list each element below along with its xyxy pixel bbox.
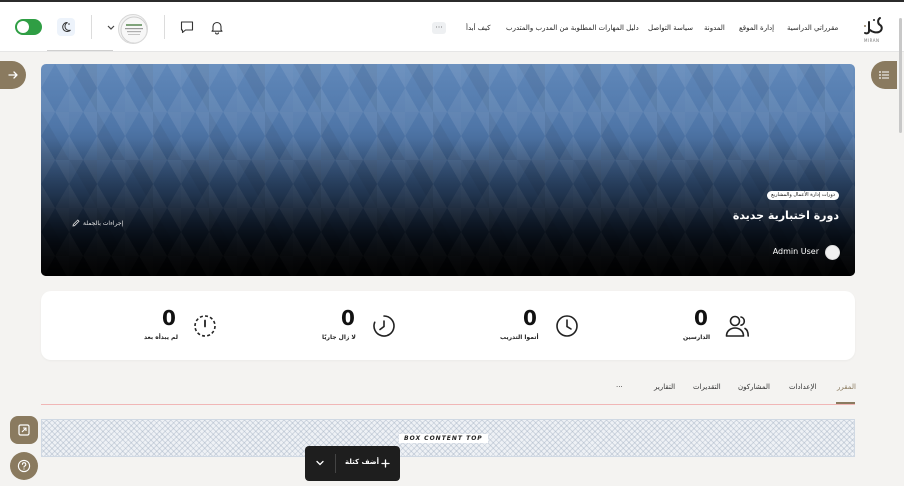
course-title: دورة اختبارية جديدة	[732, 209, 839, 222]
logo-subtitle: MIRAN	[864, 38, 880, 43]
tab-course[interactable]: المقرر	[837, 383, 856, 391]
stat-label-completed: أتموا التدريب	[500, 334, 539, 341]
open-course-index-button[interactable]	[871, 61, 897, 89]
nav-underline	[47, 50, 113, 51]
avatar-image-icon	[120, 16, 147, 43]
user-avatar-button[interactable]	[118, 14, 148, 44]
arrow-right-icon	[8, 71, 18, 79]
moon-sun-icon	[62, 21, 71, 32]
collapse-left-drawer-button[interactable]	[0, 61, 26, 89]
bell-icon[interactable]	[209, 19, 225, 35]
tabs-underline	[41, 404, 855, 405]
dark-mode-button[interactable]	[57, 18, 75, 36]
tab-participants[interactable]: المشاركون	[738, 383, 770, 391]
course-owner-avatar[interactable]	[825, 245, 840, 260]
pencil-icon	[72, 219, 80, 227]
nav-link-getting-started[interactable]: كيف أبدأ	[466, 23, 490, 33]
help-button[interactable]	[10, 452, 38, 480]
plus-icon	[381, 459, 390, 468]
bulk-actions-link[interactable]: إجراءات بالجملة	[72, 219, 123, 227]
chevron-down-icon[interactable]	[315, 458, 325, 468]
expand-icon	[18, 424, 30, 436]
stat-label-in-progress: لا زال جاريًا	[322, 334, 356, 341]
nav-link-blog[interactable]: المدونة	[704, 23, 725, 33]
box-content-top-region: BOX CONTENT TOP	[41, 419, 855, 457]
users-icon	[725, 315, 749, 337]
chevron-down-icon[interactable]	[106, 21, 116, 33]
hero-gradient-overlay	[41, 64, 855, 276]
course-tabs: المقرر الإعدادات المشاركون التقديرات الت…	[41, 378, 856, 405]
stat-value-completed: 0	[523, 306, 537, 330]
stat-value-learners: 0	[694, 306, 708, 330]
tab-more[interactable]: ···	[616, 383, 623, 391]
list-icon	[879, 71, 889, 79]
course-category-badge[interactable]: دورات إدارة الأعمال والمشاريع	[767, 191, 839, 200]
stat-label-not-started: لم يبدأه بعد	[144, 334, 179, 341]
nav-more-button[interactable]: ···	[432, 22, 446, 34]
course-stats-card: 0 الدارسين 0 أتموا التدريب 0 لا زال جاري…	[41, 291, 855, 360]
course-owner-name[interactable]: Admin User	[773, 247, 819, 256]
fullscreen-button[interactable]	[10, 416, 38, 444]
toggle-knob	[17, 21, 29, 33]
stat-value-in-progress: 0	[341, 306, 355, 330]
progress-clock-icon	[373, 315, 395, 337]
box-content-label: BOX CONTENT TOP	[399, 434, 488, 443]
tab-grades[interactable]: التقديرات	[693, 383, 721, 391]
header-divider	[164, 15, 165, 39]
nav-link-my-courses[interactable]: مقرراتي الدراسية	[787, 23, 838, 33]
mode-toggle-switch[interactable]	[15, 19, 42, 35]
chat-icon[interactable]	[179, 19, 195, 35]
nav-link-skills-guide[interactable]: دليل المهارات المطلوبة من المدرب والمتدر…	[506, 23, 639, 33]
nav-link-site-admin[interactable]: إدارة الموقع	[739, 23, 774, 33]
active-tab-indicator	[836, 402, 855, 404]
add-block-button[interactable]: أضف كتلة	[305, 446, 400, 481]
add-block-label: أضف كتلة	[345, 458, 379, 466]
top-navigation-bar: ··· كيف أبدأ دليل المهارات المطلوبة من ا…	[0, 2, 904, 52]
stat-label-learners: الدارسين	[683, 334, 711, 341]
course-hero-banner: دورات إدارة الأعمال والمشاريع دورة اختبا…	[41, 64, 855, 276]
bulk-actions-label: إجراءات بالجملة	[83, 219, 124, 227]
tab-settings[interactable]: الإعدادات	[789, 383, 816, 391]
add-block-divider	[335, 454, 336, 473]
header-divider	[91, 15, 92, 39]
question-icon	[17, 459, 31, 473]
tab-reports[interactable]: التقارير	[654, 383, 675, 391]
page-scrollbar[interactable]	[899, 18, 902, 133]
not-started-icon	[194, 315, 216, 337]
clock-icon	[556, 315, 578, 337]
stat-value-not-started: 0	[162, 306, 176, 330]
nav-link-contact-policy[interactable]: سياسة التواصل	[648, 23, 693, 33]
